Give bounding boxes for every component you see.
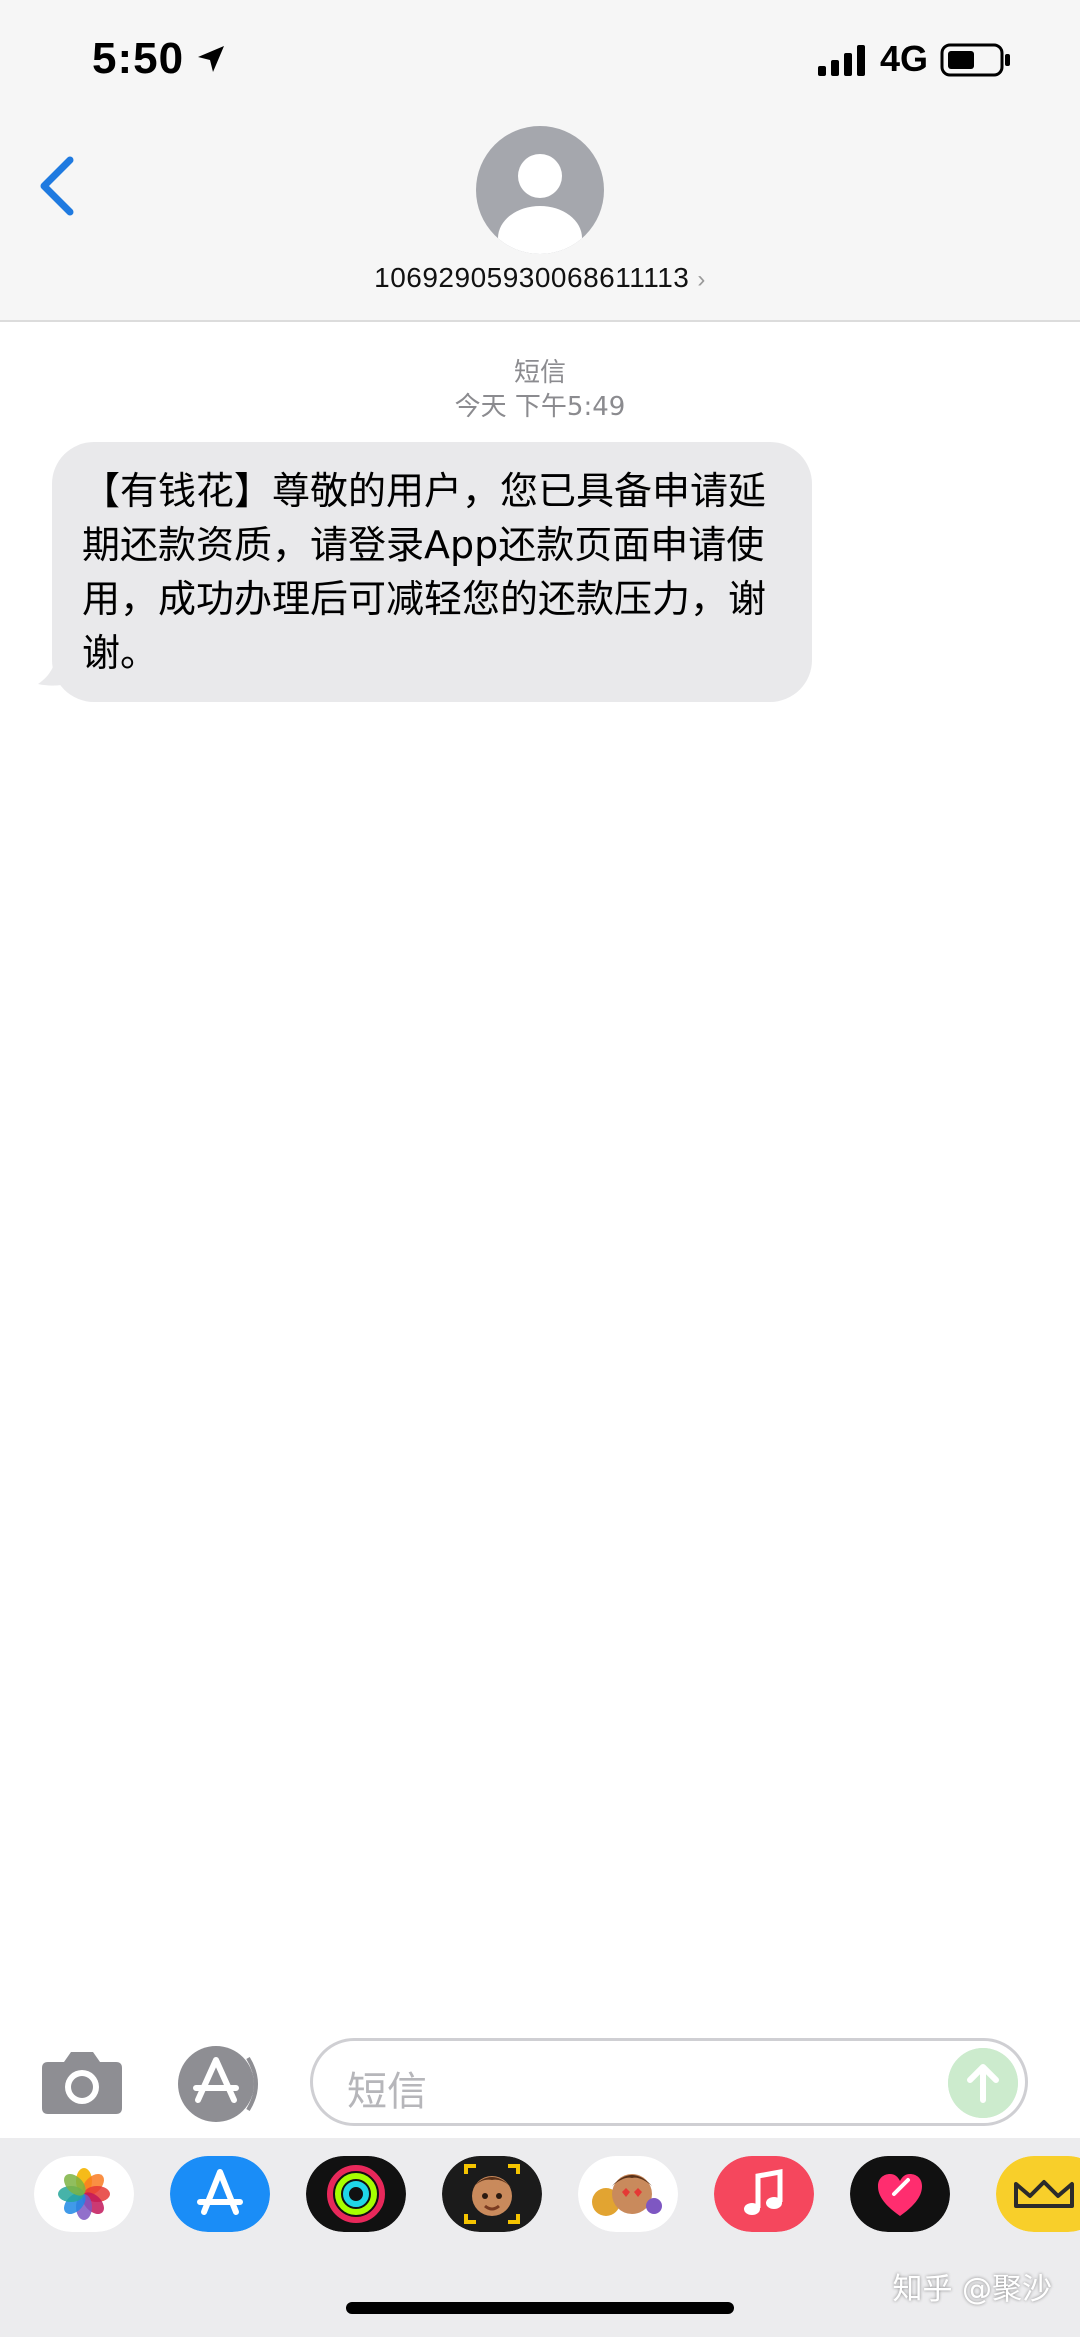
music-icon[interactable]: [714, 2156, 814, 2232]
yellow-app-icon[interactable]: [996, 2156, 1080, 2232]
message-timestamp: 今天 下午5:49: [454, 392, 626, 422]
message-service-label: 短信: [513, 358, 566, 388]
messages-screen: 5:50 4G 10692905930068611113 › 短信 今天 下午5…: [0, 0, 1080, 2337]
contact-number: 10692905930068611113: [374, 262, 690, 293]
activity-icon[interactable]: [306, 2156, 406, 2232]
memoji-icon[interactable]: [442, 2156, 542, 2232]
photos-icon[interactable]: [34, 2156, 134, 2232]
app-store-icon[interactable]: [170, 2156, 270, 2232]
home-indicator: [346, 2302, 734, 2314]
cellular-signal-icon: [818, 45, 865, 76]
contact-avatar[interactable]: [476, 126, 604, 254]
conversation-header: 5:50 4G 10692905930068611113 ›: [0, 0, 1080, 322]
back-chevron-icon[interactable]: [30, 150, 86, 222]
chevron-right-icon: ›: [697, 266, 706, 293]
network-type: 4G: [880, 38, 929, 79]
send-arrow-icon[interactable]: [948, 2048, 1018, 2118]
animoji-stickers-icon[interactable]: [578, 2156, 678, 2232]
message-input[interactable]: 短信: [310, 2038, 1028, 2126]
location-arrow-icon: [198, 46, 224, 72]
app-store-drawer-icon[interactable]: [176, 2044, 268, 2124]
watermark: 知乎 @聚沙: [892, 2272, 1052, 2307]
battery-icon: [940, 43, 1010, 77]
contact-name-row[interactable]: 10692905930068611113 ›: [0, 262, 1080, 294]
digital-touch-icon[interactable]: [850, 2156, 950, 2232]
camera-icon[interactable]: [40, 2046, 124, 2116]
incoming-message-bubble[interactable]: 【有钱花】尊敬的用户，您已具备申请延期还款资质，请登录App还款页面申请使用，成…: [52, 442, 812, 702]
status-time: 5:50: [92, 34, 185, 83]
